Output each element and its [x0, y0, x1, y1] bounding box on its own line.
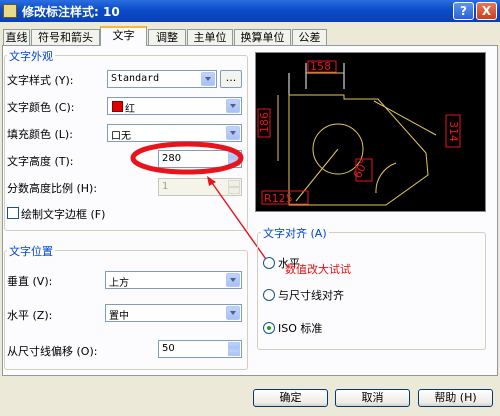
tab-tolerances[interactable]: 公差	[292, 29, 327, 45]
text-color-label: 文字颜色 (C):	[7, 101, 75, 114]
fraction-height-value: 1	[162, 181, 169, 192]
chevron-down-icon	[226, 126, 240, 140]
color-swatch-icon	[112, 101, 123, 112]
app-icon	[3, 4, 17, 18]
draw-frame-label: 绘制文字边框 (F)	[21, 208, 106, 221]
horizontal-label: 水平 (Z):	[7, 309, 53, 322]
tab-symbols-arrows[interactable]: 符号和箭头	[31, 29, 100, 45]
text-alignment-group-title: 文字对齐 (A)	[261, 225, 329, 241]
text-style-browse-button[interactable]: ...	[220, 70, 242, 88]
fill-color-value: 口无	[111, 131, 131, 142]
horizontal-value: 置中	[109, 311, 129, 322]
chevron-down-icon	[226, 273, 240, 287]
align-with-dimline-radio[interactable]	[263, 289, 275, 301]
preview-dim-text-top: 158	[310, 60, 331, 73]
text-position-group-title: 文字位置	[7, 243, 55, 259]
preview-radius-leader	[295, 148, 339, 202]
fill-color-label: 填充颜色 (L):	[7, 128, 73, 141]
tab-lines[interactable]: 直线	[3, 29, 30, 45]
vertical-value: 上方	[109, 278, 129, 289]
spin-down-icon[interactable]	[228, 349, 240, 356]
window-title: 修改标注样式: 10	[22, 5, 120, 19]
text-color-value: 红	[125, 104, 135, 115]
horizontal-select[interactable]: 置中	[105, 304, 242, 322]
ok-button[interactable]: 确定	[253, 389, 328, 407]
text-style-value: Standard	[111, 73, 160, 84]
text-style-select[interactable]: Standard	[107, 70, 217, 88]
title-close-button[interactable]: X	[476, 2, 497, 20]
chevron-down-icon	[226, 306, 240, 320]
offset-label: 从尺寸线偏移 (O):	[7, 345, 98, 358]
dimension-preview-drawing: 158 186 314 60° R125	[257, 60, 461, 206]
chevron-down-icon	[226, 99, 240, 113]
vertical-select[interactable]: 上方	[105, 271, 242, 289]
align-iso-label: ISO 标准	[278, 322, 323, 335]
tab-alternate-units[interactable]: 换算单位	[234, 29, 291, 45]
tab-primary-units[interactable]: 主单位	[187, 29, 233, 45]
title-help-button[interactable]: ?	[453, 2, 474, 20]
offset-value: 50	[162, 343, 175, 354]
fraction-height-label: 分数高度比例 (H):	[7, 182, 98, 195]
chevron-down-icon	[201, 72, 215, 86]
preview-dim-text-angle: 60°	[351, 157, 371, 180]
highlight-ellipse	[130, 141, 244, 175]
align-iso-radio[interactable]	[263, 322, 275, 334]
preview-part-outline	[288, 94, 429, 206]
annotation-arrow-head	[207, 176, 216, 186]
tab-text[interactable]: 文字	[100, 26, 147, 46]
annotation-note: 数值改大试试	[285, 263, 351, 276]
preview-dim-text-right: 314	[447, 121, 460, 142]
text-appearance-group-title: 文字外观	[7, 48, 55, 64]
cancel-button[interactable]: 取消	[335, 389, 410, 407]
align-horizontal-radio[interactable]	[263, 257, 275, 269]
draw-frame-checkbox[interactable]	[7, 207, 19, 219]
tab-fit[interactable]: 调整	[148, 29, 186, 45]
help-button[interactable]: 帮助 (H)	[418, 389, 493, 407]
preview-dim-text-left: 186	[258, 112, 271, 133]
text-height-label: 文字高度 (T):	[7, 155, 74, 168]
preview-pane: 158 186 314 60° R125	[255, 52, 486, 212]
vertical-label: 垂直 (V):	[7, 275, 53, 288]
text-style-label: 文字样式 (Y):	[7, 74, 74, 87]
preview-angle-arc	[375, 162, 397, 194]
offset-input[interactable]: 50	[158, 340, 242, 358]
align-with-dimline-label: 与尺寸线对齐	[278, 289, 344, 302]
spin-up-icon[interactable]	[228, 342, 240, 349]
text-color-select[interactable]: 红	[107, 97, 242, 115]
